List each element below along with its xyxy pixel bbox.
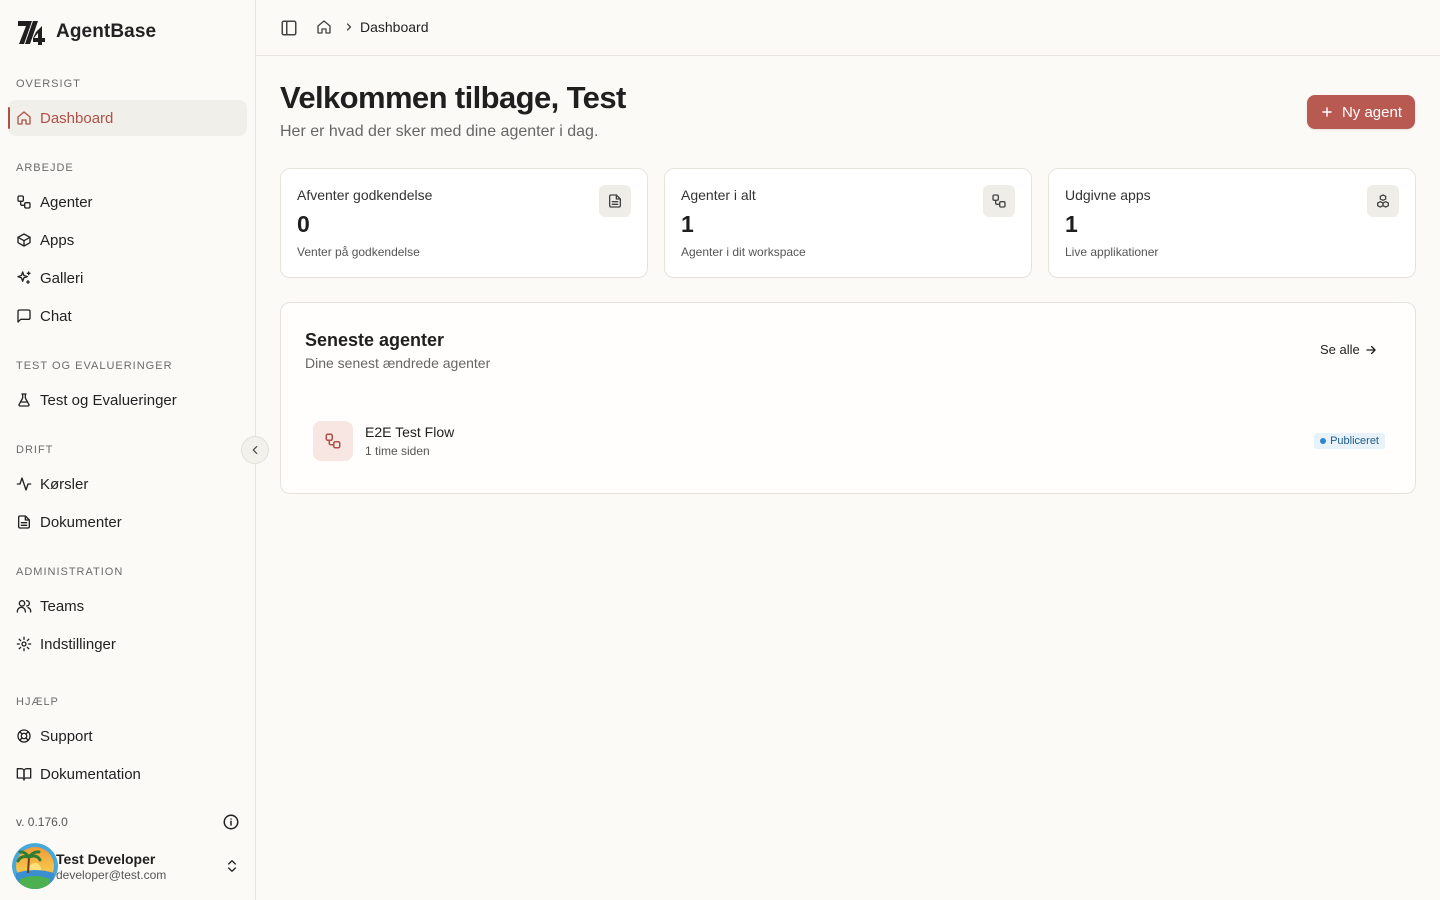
users-icon — [16, 600, 32, 613]
stat-label: Udgivne apps — [1065, 187, 1151, 203]
sidebar-item-support[interactable]: Support — [8, 718, 247, 754]
sidebar-item-chat[interactable]: Chat — [8, 298, 247, 334]
flask-icon — [18, 393, 30, 407]
sidebar-item-label: Apps — [40, 231, 75, 249]
stat-icon — [1367, 185, 1399, 217]
sparkles-icon — [17, 271, 31, 284]
chevron-up-down-icon — [228, 860, 236, 872]
stat-sub: Live applikationer — [1065, 245, 1159, 259]
section-label-work: ARBEJDE — [16, 162, 74, 174]
sidebar-item-label: Teams — [40, 597, 85, 615]
collapse-sidebar-button[interactable] — [241, 436, 269, 464]
workflow-icon — [325, 433, 341, 449]
brand[interactable]: AgentBase — [16, 18, 156, 46]
agentbase-logo-icon — [18, 21, 45, 45]
sidebar-item-teams[interactable]: Teams — [8, 588, 247, 624]
new-agent-button[interactable]: Ny agent — [1307, 95, 1415, 129]
stat-label: Agenter i alt — [681, 187, 756, 203]
sidebar-item-label: Galleri — [40, 269, 84, 287]
sidebar-item-settings[interactable]: Indstillinger — [8, 626, 247, 662]
list-item[interactable]: E2E Test Flow 1 time siden Publiceret — [305, 413, 1393, 469]
arrow-right-icon — [1366, 345, 1376, 354]
sidebar-item-runs[interactable]: Kørsler — [8, 466, 247, 502]
stat-card-agents[interactable]: Agenter i alt 1 Agenter i dit workspace — [664, 168, 1032, 278]
see-all-label: Se alle — [1320, 342, 1360, 357]
stat-card-apps[interactable]: Udgivne apps 1 Live applikationer — [1048, 168, 1416, 278]
book-open-icon — [16, 768, 32, 781]
sidebar-item-documentation[interactable]: Dokumentation — [8, 756, 247, 792]
user-email: developer@test.com — [56, 867, 167, 882]
sidebar-item-dashboard[interactable]: Dashboard — [8, 100, 247, 136]
app-version: v. 0.176.0 — [16, 815, 68, 829]
recent-agents-card: Seneste agenter Dine senest ændrede agen… — [280, 302, 1416, 494]
section-label-overview: OVERSIGT — [16, 78, 81, 90]
status-label: Publiceret — [1330, 435, 1379, 447]
stat-value: 0 — [297, 211, 310, 237]
sidebar-item-label: Dokumenter — [40, 513, 122, 531]
life-buoy-icon — [17, 729, 31, 743]
sidebar-item-documents[interactable]: Dokumenter — [8, 504, 247, 540]
section-label-testing: TEST OG EVALUERINGER — [16, 360, 173, 372]
plus-icon — [1322, 107, 1332, 117]
section-label-operations: DRIFT — [16, 444, 54, 456]
sidebar-item-label: Indstillinger — [40, 635, 116, 653]
agent-icon — [313, 421, 353, 461]
sidebar-item-agents[interactable]: Agenter — [8, 184, 247, 220]
section-label-administration: ADMINISTRATION — [16, 566, 124, 578]
sidebar-toggle-icon[interactable] — [280, 19, 298, 37]
user-name: Test Developer — [56, 850, 156, 867]
user-menu[interactable]: Test Developer developer@test.com — [12, 842, 248, 890]
sidebar-item-label: Support — [40, 727, 93, 745]
breadcrumb-current: Dashboard — [360, 19, 429, 35]
brand-name: AgentBase — [56, 21, 157, 42]
breadcrumb-home-icon[interactable] — [316, 19, 332, 35]
document-icon — [18, 515, 30, 529]
info-icon[interactable] — [222, 813, 240, 831]
agent-updated-time: 1 time siden — [365, 444, 430, 458]
gear-icon — [16, 636, 32, 652]
sidebar-item-tests[interactable]: Test og Evalueringer — [8, 382, 247, 418]
box-icon — [17, 233, 31, 247]
sidebar-item-apps[interactable]: Apps — [8, 222, 247, 258]
chevron-right-icon — [346, 23, 352, 31]
workflow-icon — [992, 194, 1006, 208]
document-icon — [609, 194, 621, 208]
topbar: Dashboard — [256, 0, 1440, 56]
sidebar-item-label: Chat — [40, 307, 72, 325]
status-badge: Publiceret — [1314, 433, 1385, 449]
stat-icon — [983, 185, 1015, 217]
stat-label: Afventer godkendelse — [297, 187, 433, 203]
section-label-help: HJÆLP — [16, 696, 59, 708]
status-dot-icon — [1320, 438, 1327, 444]
activity-icon — [16, 477, 32, 491]
stat-value: 1 — [681, 211, 694, 237]
sidebar-item-label: Agenter — [40, 193, 93, 211]
workflow-icon — [17, 195, 31, 209]
stat-sub: Venter på godkendelse — [297, 245, 420, 259]
stat-sub: Agenter i dit workspace — [681, 245, 806, 259]
recent-agents-subtitle: Dine senest ændrede agenter — [305, 355, 491, 371]
home-icon — [17, 111, 31, 125]
sidebar-item-label: Dokumentation — [40, 765, 141, 783]
stat-value: 1 — [1065, 211, 1078, 237]
sidebar-item-gallery[interactable]: Galleri — [8, 260, 247, 296]
chat-bubble-icon — [17, 309, 31, 323]
sidebar-item-label: Test og Evalueringer — [40, 391, 177, 409]
page-title: Velkommen tilbage, Test — [280, 80, 626, 115]
avatar — [12, 843, 58, 889]
chevron-left-icon — [252, 445, 258, 455]
sidebar: AgentBase OVERSIGT Dashboard ARBEJDE Age… — [0, 0, 256, 900]
sidebar-item-label: Kørsler — [40, 475, 89, 493]
sidebar-item-label: Dashboard — [40, 109, 114, 127]
page-subtitle: Her er hvad der sker med dine agenter i … — [280, 123, 599, 140]
recent-agents-title: Seneste agenter — [305, 330, 445, 350]
boxes-icon — [1377, 194, 1389, 208]
agent-name: E2E Test Flow — [365, 424, 455, 440]
see-all-link[interactable]: Se alle — [1320, 342, 1378, 357]
stat-card-pending[interactable]: Afventer godkendelse 0 Venter på godkend… — [280, 168, 648, 278]
new-agent-label: Ny agent — [1341, 103, 1403, 121]
stat-icon — [599, 185, 631, 217]
